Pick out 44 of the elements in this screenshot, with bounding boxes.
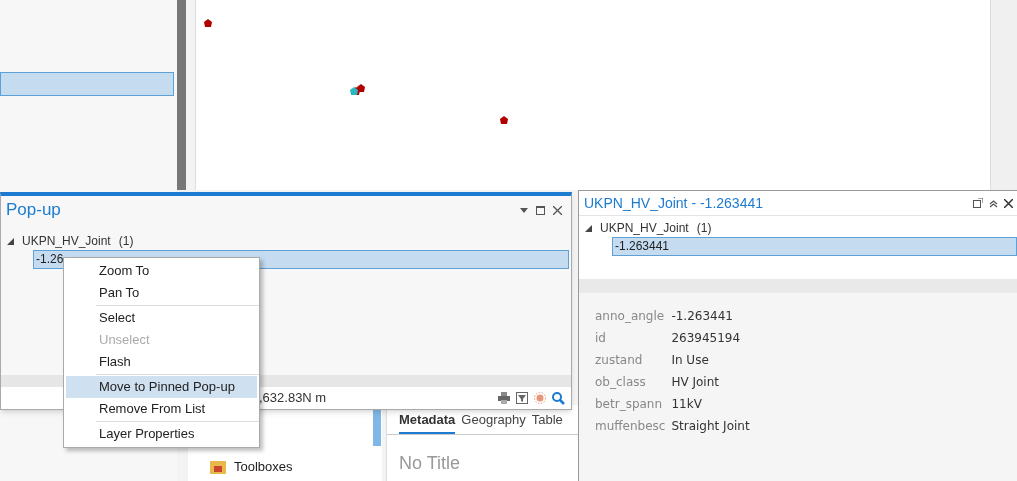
window-title: Pop-up (6, 199, 61, 222)
catalog-item[interactable]: Toolboxes (234, 457, 293, 477)
close-icon[interactable] (553, 205, 562, 215)
feature-count: (1) (118, 233, 134, 250)
attribute-value: Straight Joint (671, 418, 751, 435)
attribute-value: -1.263441 (671, 308, 734, 325)
attribute-name: id (595, 330, 607, 347)
attribute-name: zustand (595, 352, 644, 369)
layer-name: UKPN_HV_Joint (600, 220, 689, 237)
menu-item[interactable]: Remove From List (66, 398, 257, 420)
printer-icon[interactable] (498, 392, 510, 404)
metadata-tab[interactable]: Geography (461, 410, 526, 434)
attribute-value: 263945194 (671, 330, 742, 347)
attribute-value: In Use (671, 352, 710, 369)
attribute-value: HV Joint (671, 374, 720, 391)
dropdown-icon[interactable] (520, 207, 528, 213)
scrollbar[interactable] (177, 0, 186, 190)
menu-item[interactable]: Flash (66, 351, 257, 373)
close-icon[interactable] (1004, 198, 1013, 208)
window-title: UKPN_HV_Joint - -1.263441 (584, 193, 763, 213)
maximize-icon[interactable] (536, 205, 545, 215)
attribute-name: ob_class (595, 374, 647, 391)
pop-out-icon[interactable] (973, 198, 983, 208)
menu-item[interactable]: Pan To (66, 282, 257, 304)
metadata-title: No Title (398, 452, 462, 475)
coordinates-text: ,632.83N m (259, 389, 327, 408)
menu-item[interactable]: Layer Properties (66, 423, 257, 445)
feature-row[interactable]: -1.263441 (612, 237, 1017, 256)
collapse-icon[interactable] (585, 224, 592, 232)
metadata-tab[interactable]: Table (531, 410, 563, 434)
filter-icon[interactable] (516, 392, 528, 404)
menu-item[interactable]: Move to Pinned Pop-up (66, 376, 257, 398)
collapse-icon[interactable] (7, 237, 14, 245)
feature-count: (1) (696, 220, 712, 237)
attribute-name: betr_spann (595, 396, 664, 413)
attribute-value: 11kV (671, 396, 703, 413)
attribute-name: anno_angle (595, 308, 666, 325)
search-icon[interactable] (552, 391, 565, 405)
collapse-up-icon[interactable] (989, 198, 998, 208)
attribute-name: muffenbesc (595, 418, 666, 435)
toolbox-folder-icon (210, 459, 226, 474)
layer-name: UKPN_HV_Joint (22, 233, 111, 250)
menu-item[interactable]: Select (66, 307, 257, 329)
scrollbar[interactable] (373, 410, 381, 446)
